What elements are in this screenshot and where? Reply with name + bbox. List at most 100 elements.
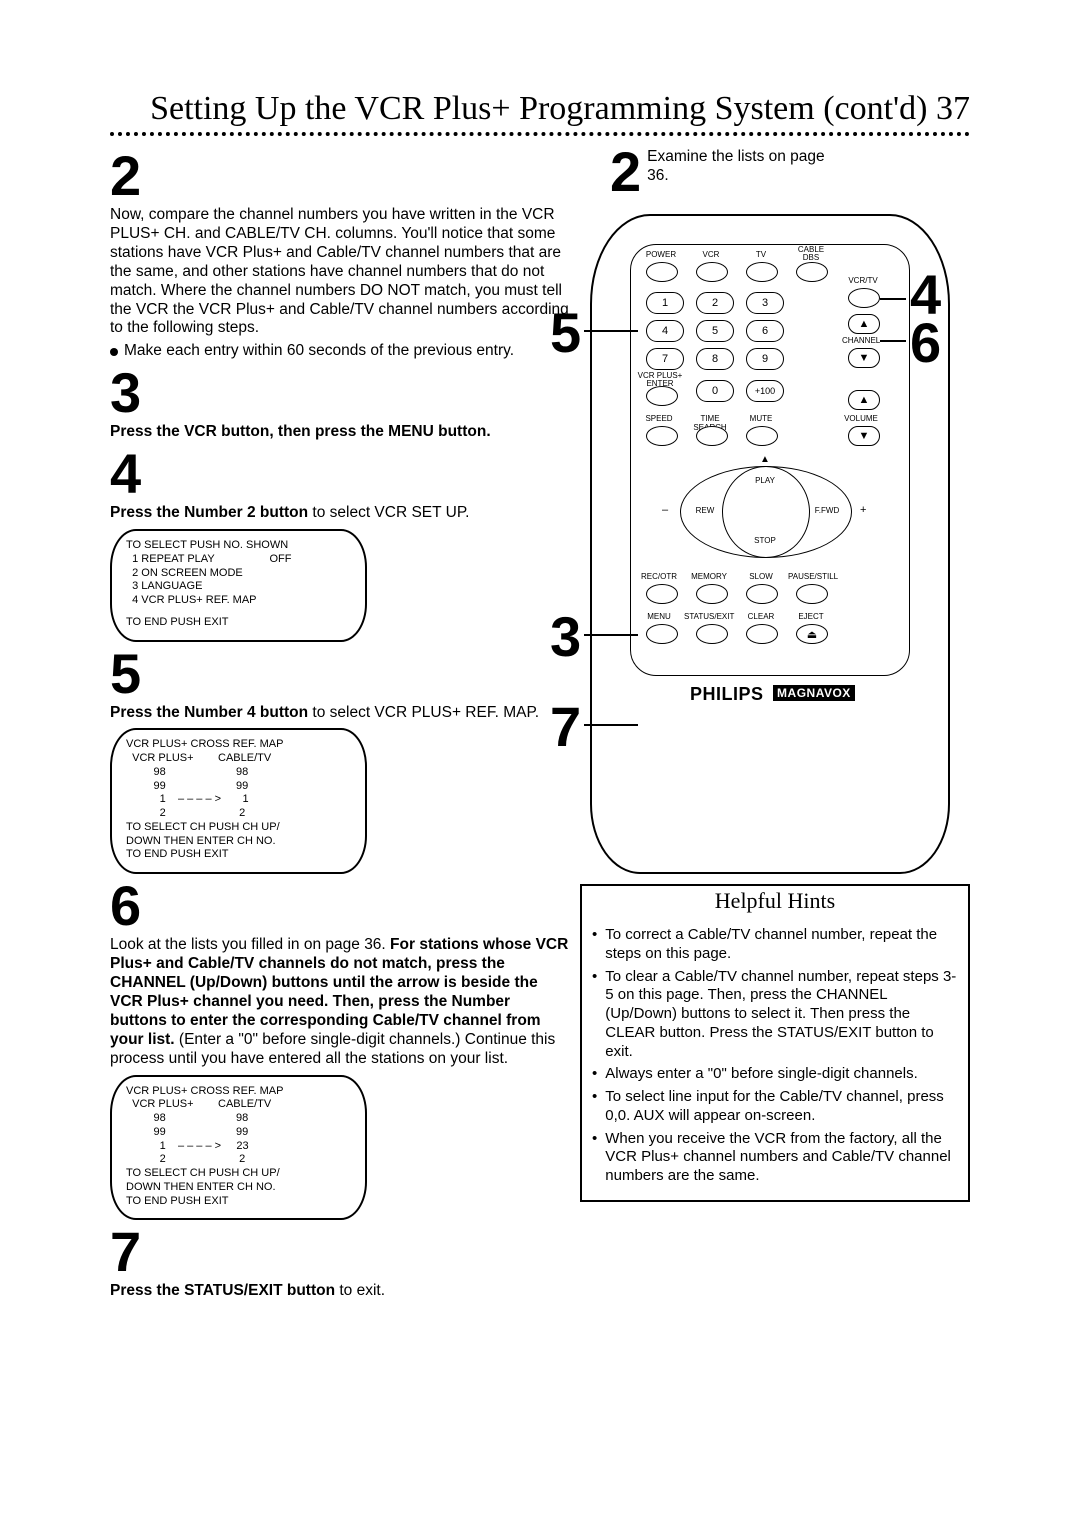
label-play: PLAY — [746, 476, 784, 485]
step-5-bold: Press the Number 4 button — [110, 704, 308, 721]
num-1-button[interactable]: 1 — [646, 292, 684, 314]
examine-text: Examine the lists on page 36. — [647, 144, 827, 200]
bullet-icon: • — [592, 1130, 597, 1186]
callout-4-line — [880, 298, 906, 300]
osd1-l5: 4 VCR PLUS+ REF. MAP — [126, 594, 351, 608]
label-rew: REW — [686, 506, 724, 515]
page-title: Setting Up the VCR Plus+ Programming Sys… — [110, 90, 970, 128]
speed-button[interactable] — [646, 426, 678, 446]
remote-diagram: POWER VCR TV CABLE DBS VCR/TV 1 2 3 4 5 … — [590, 214, 950, 874]
label-mute: MUTE — [742, 414, 780, 423]
volume-down-button[interactable]: ▼ — [848, 426, 880, 446]
num-8-button[interactable]: 8 — [696, 348, 734, 370]
timesearch-button[interactable] — [696, 426, 728, 446]
osd-menu-3: VCR PLUS+ CROSS REF. MAP VCR PLUS+ CABLE… — [110, 1075, 367, 1221]
label-memory: MEMORY — [690, 572, 728, 581]
vcrplus-enter-button[interactable] — [646, 386, 678, 406]
osd2-l7: TO SELECT CH PUSH CH UP/ — [126, 821, 351, 835]
osd3-l5: 1 – – – – > 23 — [126, 1140, 351, 1154]
vcr-tv-button[interactable] — [848, 288, 880, 308]
num-4-button[interactable]: 4 — [646, 320, 684, 342]
rec-otr-button[interactable] — [646, 584, 678, 604]
examine-block: 2 Examine the lists on page 36. — [610, 144, 827, 200]
osd3-l7: TO SELECT CH PUSH CH UP/ — [126, 1167, 351, 1181]
callout-6-line — [880, 340, 906, 342]
step-6-number: 6 — [110, 878, 570, 934]
callout-5: 5 — [550, 300, 581, 365]
bullet-icon: • — [592, 926, 597, 964]
memory-button[interactable] — [696, 584, 728, 604]
clear-button[interactable] — [746, 624, 778, 644]
bullet-icon — [110, 348, 118, 356]
label-eject: EJECT — [792, 612, 830, 621]
hint-5-text: When you receive the VCR from the factor… — [605, 1130, 958, 1186]
volume-up-button[interactable]: ▲ — [848, 390, 880, 410]
arrow-up-icon: ▲ — [760, 454, 770, 465]
hints-box: Helpful Hints •To correct a Cable/TV cha… — [580, 884, 970, 1202]
status-exit-button[interactable] — [696, 624, 728, 644]
hint-3-text: Always enter a "0" before single-digit c… — [605, 1065, 918, 1084]
osd-menu-1: TO SELECT PUSH NO. SHOWN 1 REPEAT PLAY O… — [110, 529, 367, 642]
hints-title: Helpful Hints — [715, 888, 835, 914]
label-status-exit: STATUS/EXIT — [684, 612, 732, 621]
pause-still-button[interactable] — [796, 584, 828, 604]
step-7-number: 7 — [110, 1224, 570, 1280]
eject-button[interactable]: ⏏ — [796, 624, 828, 644]
label-vcrtv: VCR/TV — [844, 276, 882, 285]
osd1-l3: 2 ON SCREEN MODE — [126, 567, 351, 581]
num-7-button[interactable]: 7 — [646, 348, 684, 370]
num-3-button[interactable]: 3 — [746, 292, 784, 314]
num-9-button[interactable]: 9 — [746, 348, 784, 370]
hint-2: •To clear a Cable/TV channel number, rep… — [592, 968, 958, 1062]
vcr-button[interactable] — [696, 262, 728, 282]
osd2-l5: 1 – – – – > 1 — [126, 793, 351, 807]
hint-4: •To select line input for the Cable/TV c… — [592, 1088, 958, 1126]
label-slow: SLOW — [742, 572, 780, 581]
step-4-rest: to select VCR SET UP. — [308, 504, 469, 521]
examine-number: 2 — [610, 144, 641, 200]
step-5-number: 5 — [110, 646, 570, 702]
bullet-icon: • — [592, 968, 597, 1062]
mute-button[interactable] — [746, 426, 778, 446]
channel-up-button[interactable]: ▲ — [848, 314, 880, 334]
step-2-text: Now, compare the channel numbers you hav… — [110, 206, 570, 338]
step-4-text: Press the Number 2 button to select VCR … — [110, 504, 570, 523]
slow-button[interactable] — [746, 584, 778, 604]
bullet-icon: • — [592, 1065, 597, 1084]
label-dbs: CABLE DBS — [792, 246, 830, 262]
osd1-l4: 3 LANGUAGE — [126, 580, 351, 594]
hint-1-text: To correct a Cable/TV channel number, re… — [605, 926, 958, 964]
osd2-l9: TO END PUSH EXIT — [126, 848, 351, 862]
osd2-l2: VCR PLUS+ CABLE/TV — [126, 752, 351, 766]
osd2-l1: VCR PLUS+ CROSS REF. MAP — [126, 738, 351, 752]
step-5-text: Press the Number 4 button to select VCR … — [110, 704, 570, 723]
osd3-l9: TO END PUSH EXIT — [126, 1195, 351, 1209]
label-vcr: VCR — [692, 250, 730, 259]
osd1-l6: TO END PUSH EXIT — [126, 616, 351, 630]
osd3-l2: VCR PLUS+ CABLE/TV — [126, 1098, 351, 1112]
menu-button[interactable] — [646, 624, 678, 644]
cable-dbs-button[interactable] — [796, 262, 828, 282]
channel-down-button[interactable]: ▼ — [848, 348, 880, 368]
power-button[interactable] — [646, 262, 678, 282]
plus-100-button[interactable]: +100 — [746, 380, 784, 402]
osd3-l3: 98 98 — [126, 1112, 351, 1126]
step-7-bold: Press the STATUS/EXIT button — [110, 1282, 335, 1299]
tv-button[interactable] — [746, 262, 778, 282]
step-3-number: 3 — [110, 365, 570, 421]
num-0-button[interactable]: 0 — [696, 380, 734, 402]
hint-4-text: To select line input for the Cable/TV ch… — [605, 1088, 958, 1126]
step-6-pre: Look at the lists you filled in on page … — [110, 936, 390, 953]
step-3-text: Press the VCR button, then press the MEN… — [110, 423, 570, 442]
num-6-button[interactable]: 6 — [746, 320, 784, 342]
num-5-button[interactable]: 5 — [696, 320, 734, 342]
label-channel: CHANNEL — [842, 336, 880, 345]
hint-5: •When you receive the VCR from the facto… — [592, 1130, 958, 1186]
label-menu: MENU — [640, 612, 678, 621]
osd1-l2: 1 REPEAT PLAY OFF — [126, 553, 351, 567]
num-2-button[interactable]: 2 — [696, 292, 734, 314]
label-tv: TV — [742, 250, 780, 259]
step-4-bold: Press the Number 2 button — [110, 504, 308, 521]
label-stop: STOP — [746, 536, 784, 545]
callout-3: 3 — [550, 604, 581, 669]
